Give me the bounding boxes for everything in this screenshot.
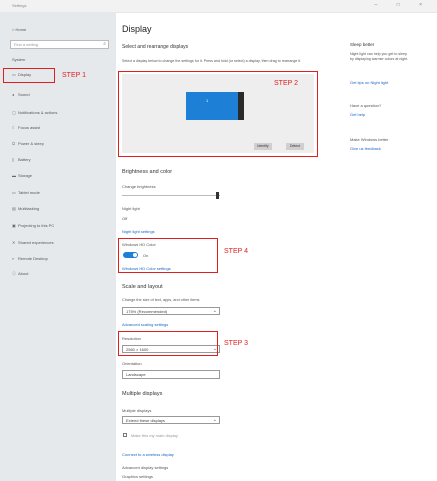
sidebar-item-battery[interactable]: ▯ Battery [12,157,31,162]
sidebar-item-about[interactable]: ⓘ About [12,271,28,277]
window-controls[interactable]: – □ × [375,2,432,8]
question-heading: Have a question? [350,103,382,108]
sidebar-home[interactable]: ⌂ Home [12,27,26,32]
scale-label: Change the size of text, apps, and other… [122,298,200,302]
sidebar-item-multitasking[interactable]: ▤ Multitasking [12,206,39,211]
step4-highlight [118,238,218,273]
right-heading: Sleep better [350,42,375,47]
feedback-heading: Make Windows better [350,137,389,142]
brightness-slider-thumb[interactable] [216,192,219,199]
advanced-display-link[interactable]: Advanced display settings [122,465,168,470]
multi-display-heading: Multiple displays [122,391,163,397]
sidebar-item-projecting[interactable]: ▣ Projecting to this PC [12,223,54,228]
advanced-scaling-link[interactable]: Advanced scaling settings [122,322,168,327]
step1-highlight [3,68,55,83]
chevron-down-icon: ⌄ [212,417,217,423]
sidebar-section-label: System [12,57,26,62]
search-input[interactable]: Find a setting ⌕ [10,40,109,49]
brightness-slider-track[interactable] [122,195,220,196]
graphics-settings-link[interactable]: Graphics settings [122,474,153,479]
sidebar-item-storage[interactable]: ▬ Storage [12,173,32,178]
sidebar-item-notifications[interactable]: ▢ Notifications & actions [12,110,57,115]
scale-dropdown[interactable]: 175% (Recommended) ⌄ [122,307,220,315]
multi-display-value: Extend these displays [126,418,165,423]
connect-wireless-link[interactable]: Connect to a wireless display [122,452,174,457]
sidebar-item-tablet[interactable]: ▭ Tablet mode [12,190,40,195]
sidebar-item-focus-assist[interactable]: ☾ Focus assist [12,125,40,130]
window-title: Settings [12,3,27,8]
sidebar-item-remote[interactable]: » Remote Desktop [12,256,48,261]
search-placeholder: Find a setting [14,42,39,47]
multi-display-dropdown[interactable]: Extend these displays ⌄ [122,416,220,424]
step3-label: STEP 3 [224,340,248,347]
page-title: Display [122,24,152,34]
brightness-label: Change brightness [122,184,156,189]
night-light-label: Night light [122,206,140,211]
feedback-link[interactable]: Give us feedback [350,146,381,151]
home-icon: ⌂ [12,27,15,32]
multi-display-label: Multiple displays [122,408,152,413]
main-display-label: Make this my main display [131,433,178,438]
scale-value: 175% (Recommended) [126,309,168,314]
get-help-link[interactable]: Get help [350,112,365,117]
orientation-value: Landscape [126,372,146,377]
main-display-checkbox[interactable] [123,433,127,437]
sidebar-item-power[interactable]: ⏻ Power & sleep [12,141,44,146]
step2-label: STEP 2 [274,80,298,87]
night-light-settings-link[interactable]: Night light settings [122,229,155,234]
night-light-tips-link[interactable]: Get tips on Night light [350,80,388,85]
orientation-label: Orientation [122,361,142,366]
step1-label: STEP 1 [62,72,86,79]
brightness-heading: Brightness and color [122,169,173,175]
sidebar-item-shared[interactable]: ✕ Shared experiences [12,240,54,245]
scale-heading: Scale and layout [122,284,163,290]
step4-label: STEP 4 [224,248,248,255]
orientation-dropdown[interactable]: Landscape [122,370,220,379]
section-subtitle: Select and rearrange displays [122,44,189,50]
chevron-down-icon: ⌄ [212,308,217,314]
right-text: Night light can help you get to sleep by… [350,52,409,61]
section-description: Select a display below to change the set… [122,59,302,63]
search-icon: ⌕ [103,41,106,47]
night-light-value[interactable]: Off [122,216,127,221]
home-label: Home [15,27,27,32]
sidebar-item-sound[interactable]: ◂ Sound [12,92,30,97]
step3-highlight [118,331,218,356]
